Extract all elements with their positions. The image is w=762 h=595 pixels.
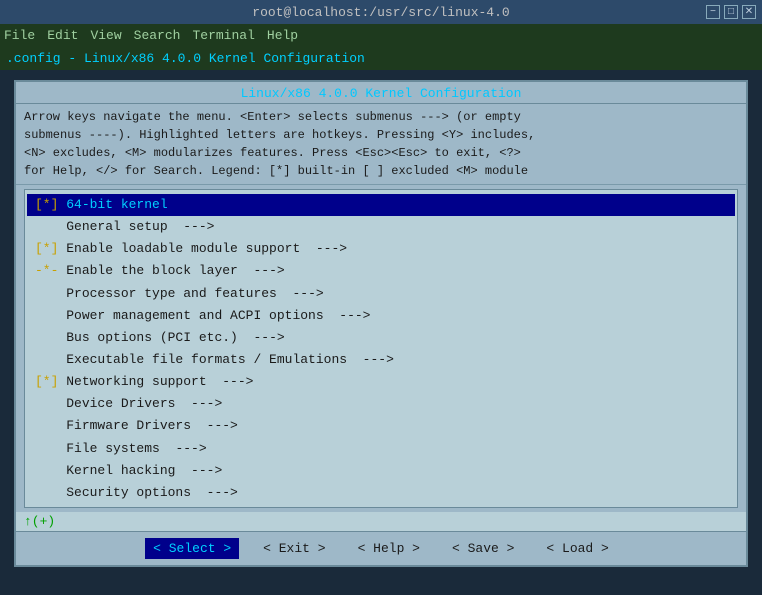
- menu-item-11[interactable]: File systems --->: [27, 438, 735, 460]
- menu-label-0: 64-bit kernel: [66, 197, 167, 212]
- menu-item-6[interactable]: Bus options (PCI etc.) --->: [27, 327, 735, 349]
- menu-prefix-7: [35, 352, 66, 367]
- menu-bar: File Edit View Search Terminal Help: [0, 24, 762, 46]
- menu-suffix-9: --->: [175, 396, 222, 411]
- close-button[interactable]: ✕: [742, 5, 756, 19]
- window-title: root@localhost:/usr/src/linux-4.0: [252, 5, 509, 20]
- menu-suffix-6: --->: [238, 330, 285, 345]
- menu-item-1[interactable]: General setup --->: [27, 216, 735, 238]
- menu-prefix-12: [35, 463, 66, 478]
- menu-label-5: Power management and ACPI options: [66, 308, 323, 323]
- menu-item-7[interactable]: Executable file formats / Emulations ---…: [27, 349, 735, 371]
- status-bar: [0, 577, 762, 595]
- menu-label-3: Enable the block layer: [66, 263, 238, 278]
- menu-suffix-4: --->: [277, 286, 324, 301]
- help-line-1: Arrow keys navigate the menu. <Enter> se…: [24, 108, 738, 126]
- window-controls[interactable]: − □ ✕: [706, 5, 756, 19]
- menu-prefix-3: -*-: [35, 263, 66, 278]
- menu-suffix-14: --->: [199, 507, 246, 508]
- menu-label-6: Bus options (PCI etc.): [66, 330, 238, 345]
- menu-help[interactable]: Help: [267, 28, 298, 43]
- menu-suffix-12: --->: [175, 463, 222, 478]
- menu-item-5[interactable]: Power management and ACPI options --->: [27, 305, 735, 327]
- menu-label-10: Firmware Drivers: [66, 418, 191, 433]
- button-bar: < Select > < Exit > < Help > < Save > < Load…: [16, 531, 746, 565]
- kernel-title: Linux/x86 4.0.0 Kernel Configuration: [16, 82, 746, 104]
- menu-suffix-5: --->: [324, 308, 371, 323]
- menu-edit[interactable]: Edit: [47, 28, 78, 43]
- menu-prefix-9: [35, 396, 66, 411]
- menu-prefix-5: [35, 308, 66, 323]
- menu-suffix-8: --->: [207, 374, 254, 389]
- menu-prefix-0: [*]: [35, 197, 66, 212]
- menu-prefix-10: [35, 418, 66, 433]
- menu-label-4: Processor type and features: [66, 286, 277, 301]
- menu-item-3[interactable]: -*- Enable the block layer --->: [27, 260, 735, 282]
- menu-item-13[interactable]: Security options --->: [27, 482, 735, 504]
- menu-prefix-11: [35, 441, 66, 456]
- menu-label-7: Executable file formats / Emulations: [66, 352, 347, 367]
- menu-item-2[interactable]: [*] Enable loadable module support --->: [27, 238, 735, 260]
- menu-suffix-3: --->: [238, 263, 285, 278]
- action-button-0[interactable]: < Select >: [145, 538, 239, 559]
- menu-prefix-2: [*]: [35, 241, 66, 256]
- menu-label-1: General setup: [66, 219, 167, 234]
- menu-label-2: Enable loadable module support: [66, 241, 300, 256]
- menu-file[interactable]: File: [4, 28, 35, 43]
- action-button-3[interactable]: < Save >: [444, 538, 522, 559]
- action-button-1[interactable]: < Exit >: [255, 538, 333, 559]
- menu-item-0[interactable]: [*] 64-bit kernel: [27, 194, 735, 216]
- menu-suffix-1: --->: [168, 219, 215, 234]
- menu-prefix-13: [35, 485, 66, 500]
- action-button-4[interactable]: < Load >: [538, 538, 616, 559]
- menu-prefix-1: [35, 219, 66, 234]
- menu-terminal[interactable]: Terminal: [192, 28, 254, 43]
- menu-item-9[interactable]: Device Drivers --->: [27, 393, 735, 415]
- menu-suffix-7: --->: [347, 352, 394, 367]
- title-bar: root@localhost:/usr/src/linux-4.0 − □ ✕: [0, 0, 762, 24]
- help-line-3: <N> excludes, <M> modularizes features. …: [24, 144, 738, 162]
- menu-label-8: Networking support: [66, 374, 206, 389]
- menu-prefix-6: [35, 330, 66, 345]
- menu-suffix-13: --->: [191, 485, 238, 500]
- kernel-help: Arrow keys navigate the menu. <Enter> se…: [16, 104, 746, 185]
- menu-item-10[interactable]: Firmware Drivers --->: [27, 415, 735, 437]
- menu-label-13: Security options: [66, 485, 191, 500]
- menu-item-14[interactable]: -*- Cryptographic API --->: [27, 504, 735, 508]
- kernel-window: Linux/x86 4.0.0 Kernel Configuration Arr…: [14, 80, 748, 567]
- help-line-4: for Help, </> for Search. Legend: [*] bu…: [24, 162, 738, 180]
- menu-prefix-8: [*]: [35, 374, 66, 389]
- menu-suffix-10: --->: [191, 418, 238, 433]
- menu-label-12: Kernel hacking: [66, 463, 175, 478]
- menu-label-11: File systems: [66, 441, 160, 456]
- menu-prefix-4: [35, 286, 66, 301]
- tab-label: .config - Linux/x86 4.0.0 Kernel Configu…: [6, 51, 365, 66]
- help-line-2: submenus ----). Highlighted letters are …: [24, 126, 738, 144]
- menu-label-9: Device Drivers: [66, 396, 175, 411]
- menu-item-12[interactable]: Kernel hacking --->: [27, 460, 735, 482]
- maximize-button[interactable]: □: [724, 5, 738, 19]
- menu-item-8[interactable]: [*] Networking support --->: [27, 371, 735, 393]
- menu-panel[interactable]: [*] 64-bit kernel General setup --->[*] …: [24, 189, 738, 508]
- menu-view[interactable]: View: [90, 28, 121, 43]
- menu-search[interactable]: Search: [134, 28, 181, 43]
- menu-suffix-2: --->: [300, 241, 347, 256]
- scroll-indicator: ↑(+): [16, 512, 746, 531]
- minimize-button[interactable]: −: [706, 5, 720, 19]
- menu-label-14: Cryptographic API: [66, 507, 199, 508]
- menu-suffix-11: --->: [160, 441, 207, 456]
- menu-prefix-14: -*-: [35, 507, 66, 508]
- action-button-2[interactable]: < Help >: [350, 538, 428, 559]
- main-content: Linux/x86 4.0.0 Kernel Configuration Arr…: [0, 70, 762, 577]
- tab-bar: .config - Linux/x86 4.0.0 Kernel Configu…: [0, 46, 762, 70]
- menu-item-4[interactable]: Processor type and features --->: [27, 283, 735, 305]
